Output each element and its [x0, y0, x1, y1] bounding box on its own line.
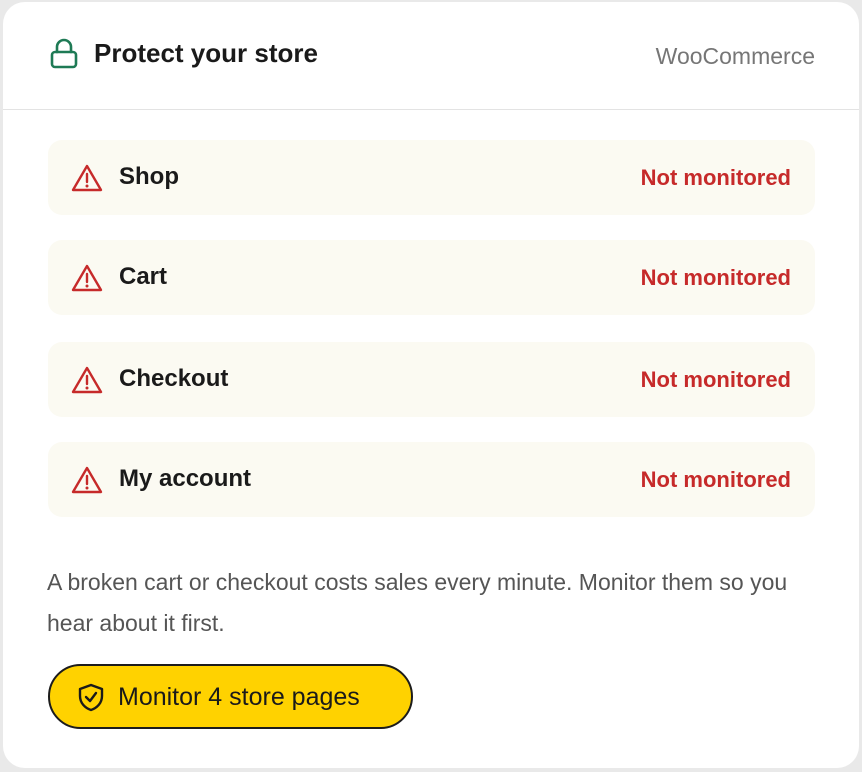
brand-label: WooCommerce — [655, 43, 815, 69]
card-header: Protect your store WooCommerce — [3, 2, 859, 110]
warning-icon — [71, 263, 103, 293]
page-row-cart: Cart Not monitored — [48, 240, 815, 315]
protect-store-card: Protect your store WooCommerce Shop Not … — [3, 2, 859, 768]
shield-check-icon — [77, 683, 105, 712]
page-label: Checkout — [119, 365, 229, 392]
card-title: Protect your store — [94, 38, 318, 68]
page-row-checkout: Checkout Not monitored — [48, 342, 815, 417]
warning-icon — [71, 163, 103, 193]
page-row-my-account: My account Not monitored — [48, 442, 815, 517]
warning-icon — [71, 465, 103, 495]
page-label: My account — [119, 465, 252, 492]
status-badge: Not monitored — [640, 265, 791, 290]
status-badge: Not monitored — [640, 165, 791, 190]
warning-icon — [71, 365, 103, 395]
monitor-button-label: Monitor 4 store pages — [118, 683, 360, 711]
page-label: Shop — [119, 163, 179, 190]
status-badge: Not monitored — [640, 367, 791, 392]
monitor-store-pages-button[interactable]: Monitor 4 store pages — [48, 664, 413, 729]
page-row-shop: Shop Not monitored — [48, 140, 815, 215]
lock-icon — [49, 38, 79, 70]
description-text: A broken cart or checkout costs sales ev… — [47, 569, 788, 636]
status-badge: Not monitored — [640, 467, 791, 492]
page-label: Cart — [119, 263, 168, 290]
